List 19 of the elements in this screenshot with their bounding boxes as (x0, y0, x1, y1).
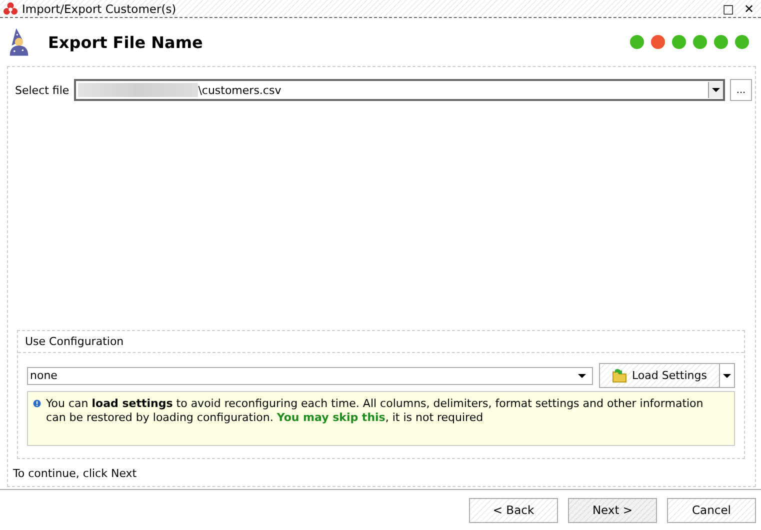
info-icon (33, 397, 42, 410)
group-title: Use Configuration (25, 335, 124, 348)
browse-button[interactable]: ... (730, 79, 752, 101)
file-path-field[interactable]: \customers.csv (74, 79, 725, 101)
window-title: Import/Export Customer(s) (22, 2, 176, 16)
configuration-dropdown[interactable]: none (27, 366, 593, 384)
wizard-button[interactable]: < Back (469, 498, 558, 522)
maximize-button[interactable]: □ (720, 2, 737, 16)
hint-text: To continue, click Next (12, 466, 138, 480)
load-settings-button[interactable]: Load Settings (600, 364, 720, 387)
app-logo-icon (3, 1, 18, 16)
next-button[interactable]: Next > (568, 498, 657, 522)
close-button[interactable]: ✕ (740, 2, 757, 16)
wizard-button[interactable]: Cancel (667, 498, 756, 522)
page-title: Export File Name (48, 32, 203, 52)
info-text: You can load settings to avoid reconfiguring each time. All columns, delimiters, format settings and other information can be restored by loading configuration. You may skip this, it is not required (46, 397, 704, 425)
folder-icon (612, 368, 628, 384)
wizard-icon (8, 27, 30, 57)
field-label: Select file (15, 84, 70, 96)
